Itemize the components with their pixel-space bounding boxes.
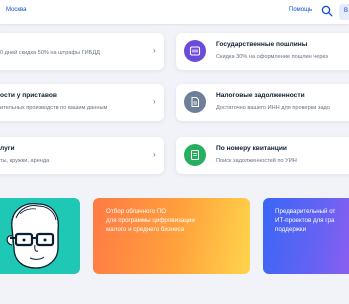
person-with-glasses-illustration (6, 203, 59, 269)
card-title: ости у приставов (0, 92, 57, 99)
card-title: По номеру квитанции (216, 145, 287, 152)
promo-banner-it-projects[interactable]: Предварительный от ИТ-проектов для гра п… (263, 198, 349, 274)
city-selector[interactable]: Москва (6, 7, 26, 13)
card-tax-debts[interactable]: Налоговые задолженности Достаточно вашег… (176, 84, 349, 121)
top-header: Москва Помощь В (0, 0, 349, 24)
promo-line-3: поддержки (275, 226, 307, 233)
duty-icon (184, 40, 206, 62)
card-subtitle: Достаточно вашего ИНН для проверки задо (216, 105, 330, 111)
card-receipt-number[interactable]: По номеру квитанции Поиск задолженностей… (176, 137, 349, 174)
login-letter: В (344, 8, 349, 14)
card-subtitle: 0 дней скидка 50% на штрафы ГИБДД (0, 50, 100, 56)
card-subtitle: Поиск задолженностей по УИН (216, 158, 297, 164)
card-services[interactable]: луги ты, кружки, аренда › (0, 137, 164, 174)
card-subtitle: ты, кружки, аренда (0, 158, 50, 164)
chevron-right-icon: › (153, 97, 156, 106)
login-button[interactable]: В (339, 4, 349, 20)
help-link[interactable]: Помощь (289, 7, 312, 13)
card-state-fees[interactable]: Государственные пошлины Скидка 30% на оф… (176, 33, 349, 70)
promo-line-1: Предварительный от (275, 208, 336, 215)
card-traffic-fines[interactable]: 0 дней скидка 50% на штрафы ГИБДД › (0, 33, 164, 70)
search-icon[interactable] (321, 5, 333, 17)
promo-banner-teal[interactable] (0, 198, 80, 274)
card-subtitle: ительных производств по вашим данным (0, 105, 108, 111)
promo-line-1: Отбор облачного ПО (106, 208, 167, 215)
promo-line-3: малого и среднего бизнеса (106, 226, 185, 233)
card-subtitle: Скидка 30% на оформление пошлин через (216, 54, 328, 60)
promo-line-2: ИТ-проектов для гра (275, 217, 335, 224)
chevron-right-icon: › (153, 46, 156, 55)
receipt-icon (184, 144, 206, 166)
promo-line-2: для программы цифровизации (106, 217, 195, 224)
card-bailiff-debts[interactable]: ости у приставов ительных производств по… (0, 84, 164, 121)
promo-banner-software[interactable]: Отбор облачного ПО для программы цифрови… (93, 198, 250, 274)
card-title: луги (0, 145, 15, 152)
card-title: Налоговые задолженности (216, 92, 305, 99)
tax-document-icon (184, 91, 206, 113)
card-title: Государственные пошлины (216, 41, 308, 48)
chevron-right-icon: › (153, 150, 156, 159)
